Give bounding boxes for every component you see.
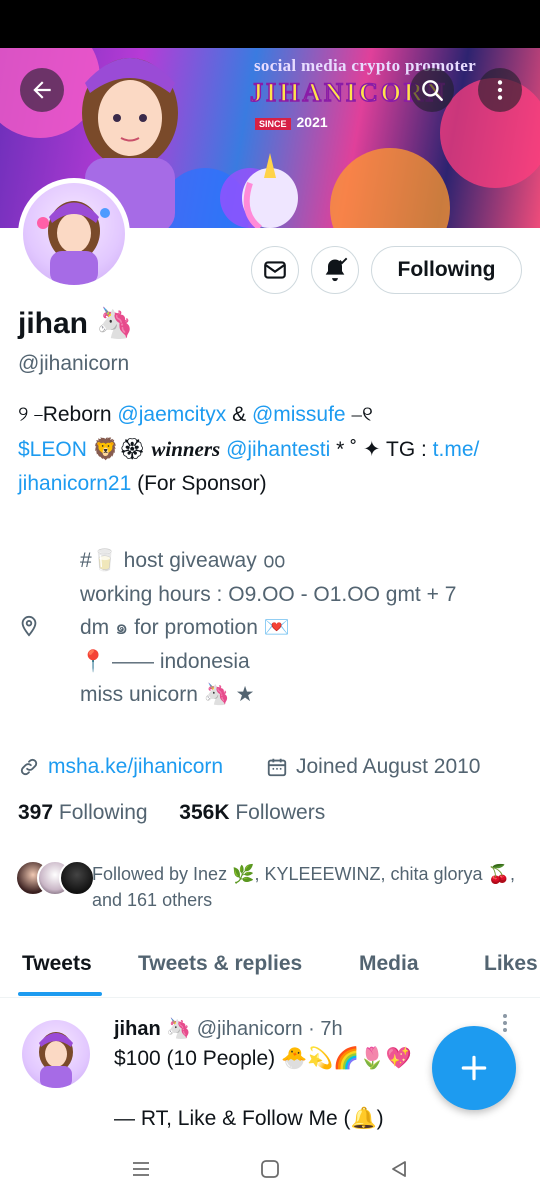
bio-tg-link-continued[interactable]: jihanicorn21 [18, 472, 131, 495]
tab-media[interactable]: Media [359, 952, 419, 976]
tweet-handle-time: @jihanicorn · 7h [196, 1018, 343, 1040]
compose-tweet-button[interactable] [432, 1026, 516, 1110]
tweet-avatar[interactable] [22, 1020, 90, 1088]
profile-avatar[interactable] [18, 178, 130, 290]
avatar [59, 860, 95, 896]
bio-mention-jihantesti[interactable]: @jihantesti [226, 438, 330, 461]
message-button[interactable] [251, 246, 299, 294]
following-label: Following [58, 801, 148, 824]
bio-text: * ˚ ✦ TG : [330, 438, 433, 461]
bio-text: & [226, 403, 252, 426]
following-count: 397 [18, 801, 54, 824]
avatar-illustration [39, 1032, 73, 1088]
search-button[interactable] [410, 68, 454, 112]
profile-name: jihan 🦄 [18, 307, 134, 340]
followed-by-text[interactable]: Followed by Inez 🌿, KYLEEEWINZ, chita gl… [92, 861, 522, 913]
profile-website[interactable]: msha.ke/jihanicorn [18, 755, 223, 779]
location-line: #🥛 host giveaway ൦൦ [80, 549, 285, 572]
profile-joined: Joined August 2010 [266, 755, 481, 779]
since-year: 2021 [296, 114, 328, 130]
notification-bell-icon [325, 257, 348, 282]
search-icon [422, 80, 443, 101]
tab-tweets[interactable]: Tweets [22, 952, 92, 976]
tweet-author-name[interactable]: jihan 🦄 [114, 1018, 191, 1040]
back-nav-icon[interactable] [388, 1158, 410, 1180]
system-navigation-bar [0, 1146, 540, 1200]
location-line: working hours : O9.OO - O1.OO gmt + 7 [80, 582, 457, 606]
location-line: 📍 —— indonesia [80, 649, 250, 673]
more-options-button[interactable] [478, 68, 522, 112]
profile-location: #🥛 host giveaway ൦൦ working hours : O9.O… [80, 544, 456, 712]
profile-handle: @jihanicorn [18, 352, 130, 375]
banner-tagline: social media crypto promoter [254, 56, 476, 75]
bio-text: 🦁🏵 [86, 438, 152, 461]
tab-likes[interactable]: Likes [484, 952, 538, 976]
joined-date: Joined August 2010 [296, 755, 481, 778]
back-arrow-icon [33, 81, 51, 99]
back-button[interactable] [20, 68, 64, 112]
avatar-image [23, 183, 125, 285]
followers-count: 356K [179, 801, 230, 824]
follow-counts: 397 Following 356K Followers [18, 801, 325, 825]
location-pin-icon [21, 615, 37, 637]
following-count-link[interactable]: 397 Following [18, 801, 148, 824]
bio-tg-link[interactable]: t.me/ [433, 438, 480, 461]
unicorn-illustration [242, 153, 298, 228]
profile-bio: ୨ ⎯Reborn @jaemcityx & @missufe ⎯୧ $LEON… [18, 398, 523, 501]
bio-text: (For Sponsor) [131, 472, 267, 495]
plus-icon [461, 1055, 487, 1081]
since-badge: SINCE [255, 118, 291, 130]
avatar-illustration [37, 201, 110, 285]
active-tab-indicator [18, 992, 102, 996]
notifications-button[interactable] [311, 246, 359, 294]
bio-cashtag[interactable]: $LEON [18, 438, 87, 461]
tweet-line: — RT, Like & Follow Me (🔔) [114, 1107, 384, 1130]
website-link[interactable]: msha.ke/jihanicorn [48, 755, 223, 779]
tweet-text: $100 (10 People) 🐣💫🌈🌷💖 — RT, Like & Foll… [114, 1044, 412, 1134]
bio-winners: winners [151, 437, 221, 461]
more-vertical-icon [497, 80, 503, 100]
followers-label: Followers [235, 801, 326, 824]
location-line: dm ๑ for promotion 💌 [80, 616, 290, 639]
banner-decor [330, 148, 450, 228]
recents-nav-icon[interactable] [130, 1158, 152, 1180]
tweet-line: $100 (10 People) 🐣💫🌈🌷💖 [114, 1047, 412, 1070]
followers-count-link[interactable]: 356K Followers [179, 801, 325, 824]
bio-text: ୨ ⎯Reborn [18, 403, 118, 426]
link-icon [20, 758, 38, 776]
more-vertical-icon [503, 1014, 507, 1032]
calendar-icon [267, 758, 287, 777]
tweet-header: jihan 🦄 @jihanicorn · 7h [114, 1016, 343, 1041]
tab-tweets-and-replies[interactable]: Tweets & replies [138, 952, 302, 976]
following-button[interactable]: Following [371, 246, 522, 294]
bio-text: ⎯୧ [345, 403, 373, 426]
home-nav-icon[interactable] [259, 1158, 281, 1180]
profile-tabs: Tweets Tweets & replies Media Likes [0, 940, 540, 998]
location-line: miss unicorn 🦄 ★ [80, 683, 255, 706]
followed-by-avatars[interactable] [15, 860, 95, 896]
mail-icon [264, 261, 286, 279]
bio-mention-jaemcityx[interactable]: @jaemcityx [117, 403, 226, 426]
status-bar [0, 0, 540, 48]
bio-mention-missufe[interactable]: @missufe [252, 403, 346, 426]
banner-since: SINCE 2021 [255, 114, 328, 130]
